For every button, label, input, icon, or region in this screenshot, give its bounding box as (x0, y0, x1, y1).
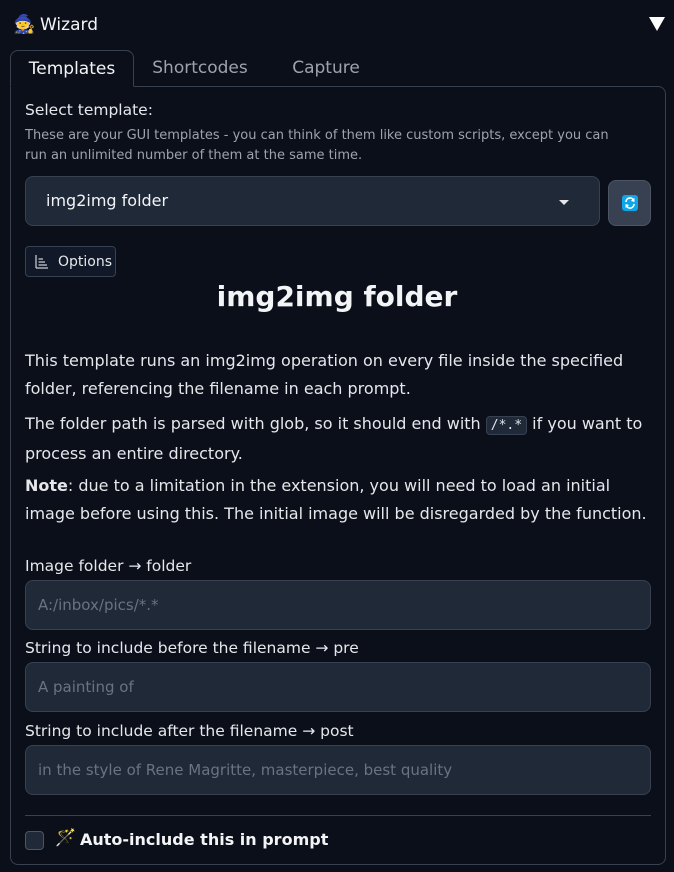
folder-field-label: Image folder → folder (25, 557, 192, 575)
template-note: Note: due to a limitation in the extensi… (25, 476, 647, 523)
folder-input[interactable] (26, 581, 650, 629)
options-label: Options (58, 254, 113, 270)
refresh-icon (622, 195, 638, 211)
options-icon (35, 255, 48, 269)
refresh-button[interactable] (608, 180, 651, 226)
template-description-2: The folder path is parsed with glob, so … (25, 414, 643, 463)
divider (25, 815, 651, 816)
pre-input[interactable] (26, 663, 650, 711)
triangle-down-icon[interactable] (648, 16, 666, 32)
select-template-label: Select template: (25, 101, 153, 119)
template-description-1: This template runs an img2img operation … (25, 351, 624, 398)
folder-field (25, 580, 651, 630)
auto-include-label[interactable]: Auto-include this in prompt (80, 830, 328, 849)
template-heading: img2img folder (216, 280, 458, 313)
post-field-label: String to include after the filename → p… (25, 722, 354, 740)
options-button[interactable]: Options (25, 246, 116, 277)
select-template-description: These are your GUI templates - you can t… (25, 128, 609, 163)
post-input[interactable] (26, 746, 650, 794)
template-dropdown-value: img2img folder (46, 191, 169, 210)
wizard-icon: 🧙 (13, 14, 36, 35)
note-label: Note (25, 476, 68, 495)
chevron-down-icon (559, 200, 569, 205)
accordion-header[interactable]: 🧙 Wizard (0, 0, 674, 50)
accordion-title: Wizard (40, 15, 98, 35)
magic-wand-icon: 🪄 (55, 828, 77, 848)
post-field (25, 745, 651, 795)
pre-field (25, 662, 651, 712)
tab-templates[interactable]: Templates (10, 50, 134, 87)
auto-include-checkbox[interactable] (25, 831, 44, 850)
tab-shortcodes[interactable]: Shortcodes (144, 50, 256, 87)
tab-capture[interactable]: Capture (280, 50, 372, 87)
template-dropdown[interactable]: img2img folder (25, 176, 600, 226)
glob-code: /*.* (485, 416, 528, 435)
pre-field-label: String to include before the filename → … (25, 639, 359, 657)
